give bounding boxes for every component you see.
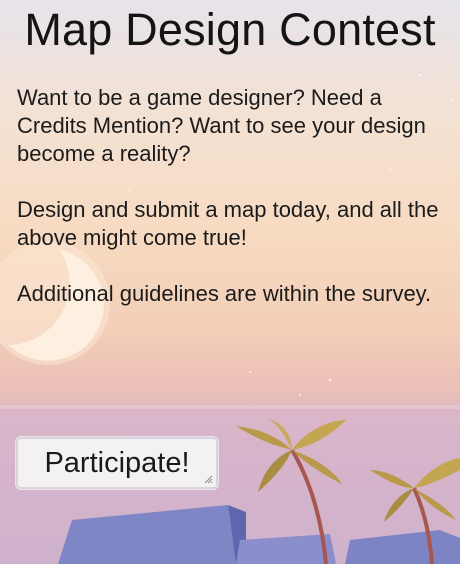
page-title: Map Design Contest — [24, 4, 436, 55]
description: Want to be a game designer? Need a Credi… — [17, 84, 447, 336]
intro-paragraph: Want to be a game designer? Need a Credi… — [17, 85, 426, 166]
participate-label: Participate! — [44, 446, 190, 479]
resize-grip-icon[interactable] — [203, 474, 213, 484]
guidelines-paragraph: Additional guidelines are within the sur… — [17, 281, 432, 306]
participate-button[interactable]: Participate! — [16, 437, 218, 489]
submit-paragraph: Design and submit a map today, and all t… — [17, 197, 439, 250]
